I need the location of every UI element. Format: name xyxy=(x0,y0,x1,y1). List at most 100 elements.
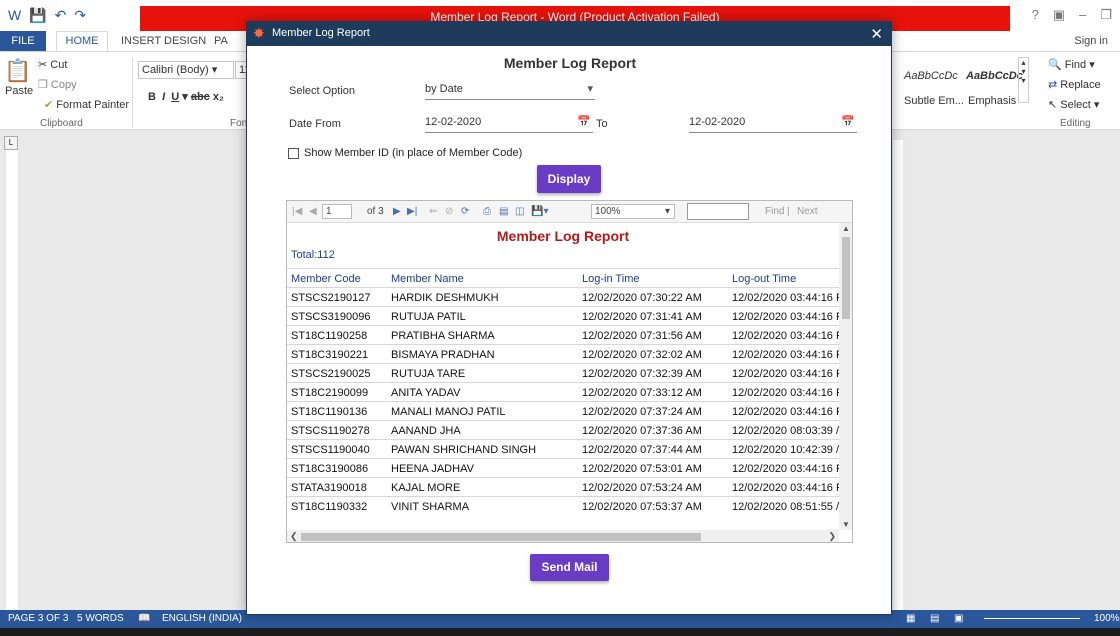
report-total: Total:112 xyxy=(291,249,335,261)
help-icon[interactable]: ? xyxy=(1032,7,1039,23)
replace-button[interactable]: ⇄ Replace xyxy=(1048,78,1101,91)
word-app-icon: W xyxy=(8,7,22,23)
cut-button[interactable]: ✂ Cut xyxy=(38,58,67,71)
status-language[interactable]: ENGLISH (INDIA) xyxy=(162,610,242,628)
login-time-cell: 12/02/2020 07:30:22 AM xyxy=(582,292,702,304)
scroll-up-icon[interactable]: ▲ xyxy=(842,224,850,233)
date-to-picker[interactable]: 12-02-2020 📅 xyxy=(689,115,857,133)
next-page-icon[interactable]: ▶ xyxy=(393,206,401,217)
copy-button[interactable]: ❐ Copy xyxy=(38,78,77,91)
next-link[interactable]: Next xyxy=(797,206,818,217)
member-name-cell: ANITA YADAV xyxy=(391,387,461,399)
quick-access-toolbar: W 💾 ↶ ↷ xyxy=(8,7,86,24)
scrollbar-thumb[interactable] xyxy=(842,237,850,319)
style-subtle-emphasis-preview[interactable]: AaBbCcDc xyxy=(904,70,958,82)
page-setup-icon[interactable]: ◫ xyxy=(515,206,524,217)
table-row: ST18C1190258 PRATIBHA SHARMA 12/02/2020 07… xyxy=(287,325,839,344)
styles-scroll[interactable]: ▴ ▾ ▾ xyxy=(1018,57,1029,103)
export-icon[interactable]: 💾▾ xyxy=(531,206,548,217)
tab-page-layout[interactable]: PA xyxy=(214,35,228,47)
print-layout-icon[interactable]: ▤ xyxy=(499,206,508,217)
web-layout-icon[interactable]: ▣ xyxy=(954,610,963,628)
zoom-slider[interactable] xyxy=(984,618,1080,619)
print-layout-icon[interactable]: ▤ xyxy=(930,610,939,628)
tab-home[interactable]: HOME xyxy=(56,31,108,51)
member-name-cell: HEENA JADHAV xyxy=(391,463,474,475)
table-header-row: Member Code Member Name Log-in Time Log-… xyxy=(287,268,839,287)
checkbox-box[interactable] xyxy=(288,147,299,159)
first-page-icon[interactable]: |◀ xyxy=(292,206,302,217)
prev-page-icon[interactable]: ◀ xyxy=(309,206,317,217)
table-row: STSCS2190127 HARDIK DESHMUKH 12/02/2020 07… xyxy=(287,287,839,306)
paste-icon[interactable]: 📋 xyxy=(4,58,31,84)
logout-time-cell: 12/02/2020 03:44:16 F xyxy=(732,311,839,323)
font-format-buttons[interactable]: B I U ▾ abc x₂ xyxy=(148,90,224,103)
last-page-icon[interactable]: ▶| xyxy=(407,206,417,217)
page-number-input[interactable]: 1 xyxy=(322,204,352,219)
member-name-cell: VINIT SHARMA xyxy=(391,501,470,513)
style-emphasis-preview[interactable]: AaBbCcDc xyxy=(966,70,1023,82)
show-member-id-checkbox[interactable]: Show Member ID (in place of Member Code) xyxy=(288,147,522,159)
scrollbar-thumb[interactable] xyxy=(301,533,701,541)
save-icon[interactable]: 💾 xyxy=(29,7,46,24)
scroll-down-icon[interactable]: ▼ xyxy=(842,520,850,529)
member-name-cell: KAJAL MORE xyxy=(391,482,461,494)
read-mode-icon[interactable]: ▦ xyxy=(906,610,915,628)
restore-icon[interactable]: ❐ xyxy=(1100,7,1112,23)
refresh-icon[interactable]: ⟳ xyxy=(461,206,469,217)
display-button[interactable]: Display xyxy=(537,165,601,193)
zoom-select[interactable]: 100% ▾ xyxy=(591,204,675,219)
tab-file[interactable]: FILE xyxy=(0,31,46,51)
font-name-select[interactable]: Calibri (Body) ▾ xyxy=(138,61,234,79)
paste-button[interactable]: Paste xyxy=(5,85,33,97)
style-emphasis[interactable]: Emphasis xyxy=(968,95,1016,107)
login-time-cell: 12/02/2020 07:53:24 AM xyxy=(582,482,702,494)
sign-in-link[interactable]: Sign in xyxy=(1074,35,1108,47)
horizontal-scrollbar[interactable]: ❮ ❯ xyxy=(287,530,839,542)
zoom-level[interactable]: 100% xyxy=(1094,610,1120,628)
app-sparkle-icon: ✸ xyxy=(253,25,265,41)
back-icon[interactable]: ⇐ xyxy=(429,206,437,217)
stop-icon[interactable]: ⊘ xyxy=(445,206,453,217)
brush-icon: ✔ xyxy=(44,99,57,111)
ribbon-display-icon[interactable]: ▣ xyxy=(1053,7,1065,23)
tab-design[interactable]: DESIGN xyxy=(164,35,206,47)
proofing-icon[interactable]: 📖 xyxy=(138,610,150,628)
find-button[interactable]: 🔍 Find ▾ xyxy=(1048,58,1095,71)
logout-time-cell: 12/02/2020 03:44:16 F xyxy=(732,292,839,304)
select-button[interactable]: ↖ Select ▾ xyxy=(1048,98,1099,111)
print-icon[interactable]: ⎙ xyxy=(483,206,491,217)
member-code-cell: STSCS2190025 xyxy=(291,368,371,380)
table-row: ST18C1190332 VINIT SHARMA 12/02/2020 07:53… xyxy=(287,496,839,515)
select-option-dropdown[interactable]: by Date ▾ xyxy=(425,82,595,100)
undo-icon[interactable]: ↶ xyxy=(55,7,67,24)
minimize-icon[interactable]: – xyxy=(1079,7,1086,23)
calendar-icon[interactable]: 📅 xyxy=(841,115,855,128)
format-painter-button[interactable]: ✔ Format Painter xyxy=(44,98,129,111)
style-subtle-emphasis[interactable]: Subtle Em... xyxy=(904,95,964,107)
date-from-value: 12-02-2020 xyxy=(425,116,482,128)
scroll-right-icon[interactable]: ❯ xyxy=(828,531,836,542)
vertical-scrollbar[interactable]: ▲ ▼ xyxy=(839,223,852,530)
scroll-left-icon[interactable]: ❮ xyxy=(290,531,298,542)
status-words[interactable]: 5 WORDS xyxy=(77,610,124,628)
table-row: STSCS1190278 AANAND JHA 12/02/2020 07:37:3… xyxy=(287,420,839,439)
tab-stop-selector[interactable]: L xyxy=(4,136,18,150)
find-link[interactable]: Find xyxy=(765,206,784,217)
login-time-cell: 12/02/2020 07:37:44 AM xyxy=(582,444,702,456)
date-from-picker[interactable]: 12-02-2020 📅 xyxy=(425,115,593,133)
table-row: STSCS2190025 RUTUJA TARE 12/02/2020 07:32:… xyxy=(287,363,839,382)
table-row: ST18C1190136 MANALI MANOJ PATIL 12/02/2020… xyxy=(287,401,839,420)
find-input[interactable] xyxy=(687,203,749,220)
chevron-down-icon: ▾ xyxy=(664,206,670,217)
binoculars-icon: 🔍 xyxy=(1048,59,1065,71)
close-icon[interactable]: ✕ xyxy=(870,25,883,43)
redo-icon[interactable]: ↷ xyxy=(74,7,86,24)
status-page[interactable]: PAGE 3 OF 3 xyxy=(8,610,68,628)
calendar-icon[interactable]: 📅 xyxy=(577,115,591,128)
column-header-member-name: Member Name xyxy=(391,273,464,285)
tab-insert[interactable]: INSERT xyxy=(121,35,161,47)
login-time-cell: 12/02/2020 07:31:56 AM xyxy=(582,330,702,342)
send-mail-button[interactable]: Send Mail xyxy=(530,554,609,581)
replace-icon: ⇄ xyxy=(1048,79,1061,91)
